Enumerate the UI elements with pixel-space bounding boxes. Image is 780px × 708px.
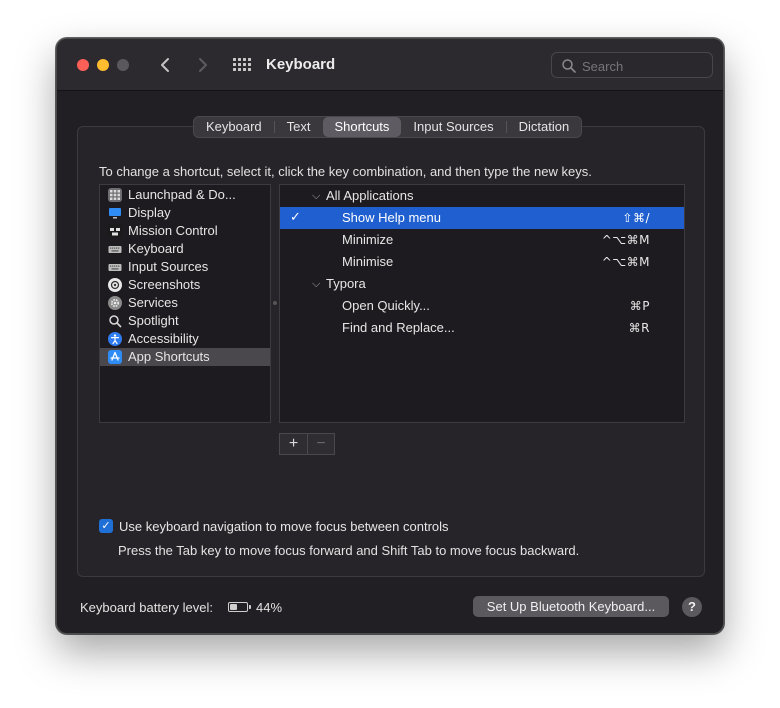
group-label: All Applications [326, 188, 414, 203]
shortcut-group-all-applications[interactable]: ⌵ All Applications [280, 185, 684, 207]
shortcut-row[interactable]: Find and Replace... ⌘R [280, 317, 684, 339]
display-icon [108, 206, 122, 220]
enabled-checkbox[interactable]: ✓ [290, 207, 301, 229]
shortcut-key[interactable]: ^⌥⌘M [602, 251, 650, 273]
show-all-grid-icon[interactable] [233, 58, 251, 72]
keyboard-navigation-label: Use keyboard navigation to move focus be… [119, 519, 449, 534]
shortcut-label: Show Help menu [342, 210, 441, 225]
shortcut-key[interactable]: ⌘P [630, 295, 650, 317]
minimize-button[interactable] [97, 59, 109, 71]
tab-bar: Keyboard Text Shortcuts Input Sources Di… [193, 116, 583, 138]
battery-nub [249, 605, 251, 609]
close-button[interactable] [77, 59, 89, 71]
shortcut-label: Open Quickly... [342, 298, 430, 313]
battery-level-label: Keyboard battery level: [80, 600, 213, 615]
shortcut-label: Minimise [342, 254, 394, 269]
category-item-mission-control[interactable]: Mission Control [100, 222, 270, 240]
zoom-button[interactable] [117, 59, 129, 71]
tab-dictation[interactable]: Dictation [507, 117, 582, 137]
category-label: App Shortcuts [128, 349, 210, 364]
category-item-spotlight[interactable]: Spotlight [100, 312, 270, 330]
search-input[interactable] [582, 57, 702, 75]
keyboard-icon [108, 242, 122, 256]
spotlight-icon [108, 314, 122, 328]
split-resize-handle[interactable] [273, 301, 277, 305]
category-item-app-shortcuts[interactable]: App Shortcuts [100, 348, 270, 366]
category-label: Keyboard [128, 241, 184, 256]
category-label: Accessibility [128, 331, 199, 346]
shortcut-row[interactable]: Minimize ^⌥⌘M [280, 229, 684, 251]
tab-shortcuts[interactable]: Shortcuts [322, 117, 402, 137]
remove-shortcut-button[interactable]: − [307, 434, 334, 454]
shortcut-label: Minimize [342, 232, 394, 247]
add-remove-control: + − [279, 433, 335, 455]
shortcut-row[interactable]: ✓ Show Help menu ⇧⌘/ [280, 207, 684, 229]
accessibility-icon [108, 332, 122, 346]
battery-fill [230, 604, 237, 610]
setup-bluetooth-keyboard-button[interactable]: Set Up Bluetooth Keyboard... [473, 596, 669, 617]
category-item-input-sources[interactable]: Input Sources [100, 258, 270, 276]
battery-icon [228, 602, 251, 612]
battery-percent: 44% [256, 600, 283, 615]
add-shortcut-button[interactable]: + [280, 434, 307, 454]
keyboard-preferences-window: Keyboard Keyboard Text Shortcuts Input S… [56, 38, 724, 634]
search-icon [562, 59, 576, 73]
tab-input-sources[interactable]: Input Sources [401, 117, 505, 137]
category-label: Services [128, 295, 178, 310]
shortcut-row[interactable]: Minimise ^⌥⌘M [280, 251, 684, 273]
instructions-text: To change a shortcut, select it, click t… [99, 164, 592, 179]
shortcut-key[interactable]: ⇧⌘/ [622, 207, 650, 229]
shortcut-group-typora[interactable]: ⌵ Typora [280, 273, 684, 295]
category-label: Spotlight [128, 313, 179, 328]
search-field[interactable] [551, 52, 713, 78]
tab-text[interactable]: Text [275, 117, 323, 137]
category-item-services[interactable]: Services [100, 294, 270, 312]
tab-keyboard[interactable]: Keyboard [194, 117, 274, 137]
category-label: Mission Control [128, 223, 218, 238]
category-item-display[interactable]: Display [100, 204, 270, 222]
screenshots-icon [108, 278, 122, 292]
app-store-icon [108, 350, 122, 364]
group-label: Typora [326, 276, 366, 291]
category-item-screenshots[interactable]: Screenshots [100, 276, 270, 294]
chevron-left-icon [161, 58, 169, 72]
category-label: Display [128, 205, 171, 220]
mission-control-icon [108, 224, 122, 238]
chevron-right-icon [199, 58, 207, 72]
shortcut-key[interactable]: ⌘R [629, 317, 650, 339]
keyboard-navigation-checkbox[interactable]: ✓ [99, 519, 113, 533]
category-list: Launchpad & Do... Display Mission Contro… [99, 184, 271, 423]
forward-button[interactable] [191, 53, 213, 77]
category-item-accessibility[interactable]: Accessibility [100, 330, 270, 348]
shortcut-key[interactable]: ^⌥⌘M [602, 229, 650, 251]
category-item-launchpad[interactable]: Launchpad & Do... [100, 186, 270, 204]
gear-icon [108, 296, 122, 310]
shortcut-label: Find and Replace... [342, 320, 455, 335]
shortcut-row[interactable]: Open Quickly... ⌘P [280, 295, 684, 317]
back-button[interactable] [155, 53, 177, 77]
help-button[interactable]: ? [682, 597, 702, 617]
keyboard-navigation-help: Press the Tab key to move focus forward … [118, 543, 580, 558]
input-sources-icon [108, 260, 122, 274]
category-label: Input Sources [128, 259, 209, 274]
category-item-keyboard[interactable]: Keyboard [100, 240, 270, 258]
launchpad-icon [108, 188, 122, 202]
disclosure-chevron-icon[interactable]: ⌵ [312, 185, 324, 207]
window-title: Keyboard [266, 56, 336, 73]
disclosure-chevron-icon[interactable]: ⌵ [312, 273, 324, 295]
title-bar: Keyboard [57, 39, 723, 91]
category-label: Launchpad & Do... [128, 187, 236, 202]
shortcut-list: ⌵ All Applications ✓ Show Help menu ⇧⌘/ … [279, 184, 685, 423]
category-label: Screenshots [128, 277, 201, 292]
